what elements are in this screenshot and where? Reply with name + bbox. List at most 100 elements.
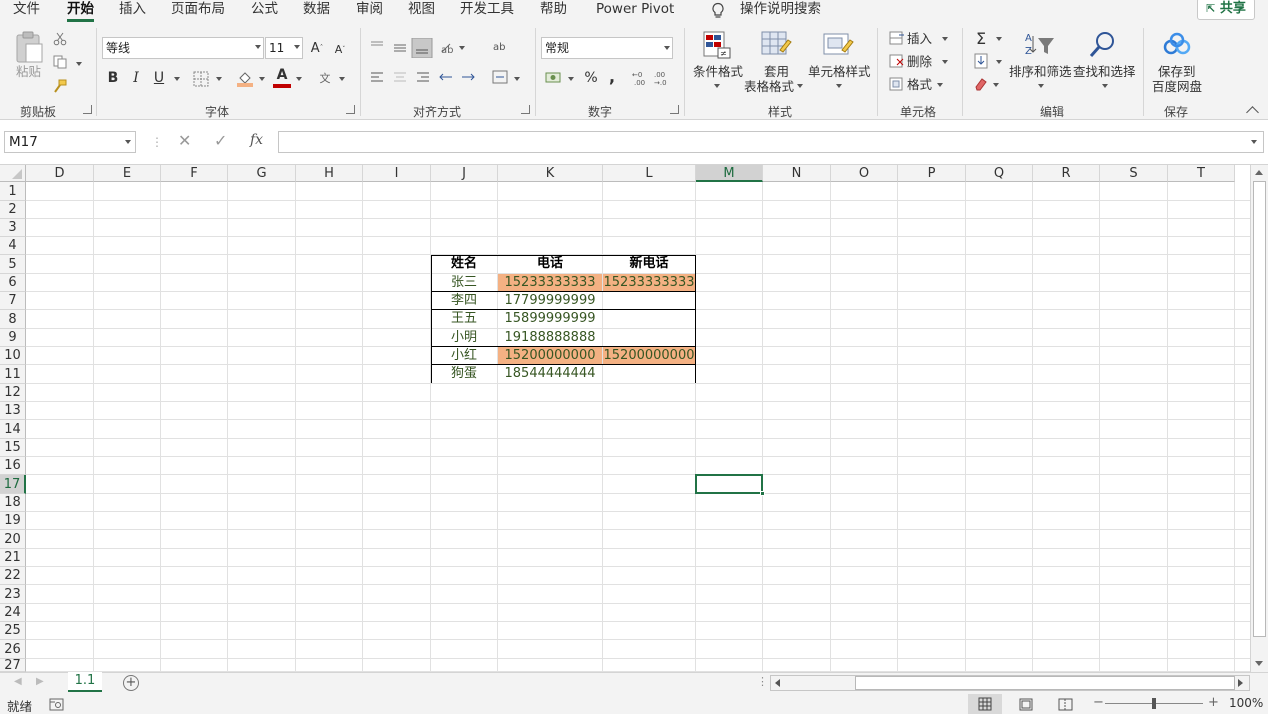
conditional-formatting-icon[interactable]: ≠ (702, 30, 732, 60)
format-cells-label[interactable]: 格式 (907, 77, 932, 92)
share-button[interactable]: ⇱ 共享 (1197, 0, 1255, 20)
sort-filter-caret[interactable] (1038, 84, 1044, 88)
tab-help[interactable]: 帮助 (540, 0, 567, 20)
row-header-2[interactable]: 2 (0, 201, 26, 219)
active-cell[interactable] (695, 474, 763, 494)
tell-me-search[interactable]: 操作说明搜索 (740, 0, 821, 20)
column-header-p[interactable]: P (898, 165, 966, 182)
tab-power-pivot[interactable]: Power Pivot (596, 0, 674, 20)
grow-font-button[interactable]: Aˆ (309, 38, 325, 58)
phonetic-caret[interactable] (339, 77, 345, 81)
name-cell[interactable]: 小明 (431, 329, 497, 346)
row-header-8[interactable]: 8 (0, 310, 26, 329)
zoom-out-button[interactable]: − (1093, 695, 1104, 710)
autosum-caret[interactable] (996, 37, 1002, 41)
row-header-13[interactable]: 13 (0, 402, 26, 420)
merge-center-icon[interactable] (492, 69, 508, 85)
column-header-g[interactable]: G (228, 165, 296, 182)
phone-cell[interactable]: 15233333333 (498, 274, 602, 291)
tab-data[interactable]: 数据 (303, 0, 330, 20)
row-header-22[interactable]: 22 (0, 567, 26, 585)
italic-button[interactable]: I (127, 68, 145, 88)
name-box-caret[interactable] (125, 140, 131, 144)
fill-icon[interactable] (974, 53, 988, 69)
format-cells-caret[interactable] (937, 83, 943, 87)
prev-sheet-arrow[interactable]: ◀ (14, 676, 22, 687)
column-header-l[interactable]: L (603, 165, 696, 182)
table-header-cell[interactable]: 新电话 (603, 255, 695, 273)
phone-cell[interactable]: 15899999999 (498, 310, 602, 328)
horizontal-align-icons[interactable] (368, 70, 478, 86)
save-to-label-2[interactable]: 百度网盘 (1152, 79, 1202, 94)
conditional-formatting-label[interactable]: 条件格式 (693, 64, 743, 79)
percent-button[interactable]: % (583, 68, 599, 88)
column-header-d[interactable]: D (26, 165, 94, 182)
alignment-launcher[interactable] (521, 105, 530, 114)
tab-review[interactable]: 审阅 (356, 0, 383, 20)
fill-color-caret[interactable] (259, 77, 265, 81)
autosum-button[interactable]: Σ (972, 28, 990, 48)
accounting-caret[interactable] (568, 77, 574, 81)
underline-caret[interactable] (174, 77, 180, 81)
phone-cell[interactable]: 15200000000 (498, 347, 602, 364)
accounting-format-icon[interactable] (545, 70, 563, 86)
font-name-select[interactable]: 等线 (102, 37, 264, 59)
expand-formula-bar-caret[interactable] (1251, 140, 1257, 144)
column-header-e[interactable]: E (94, 165, 161, 182)
cell-styles-label[interactable]: 单元格样式 (808, 64, 871, 79)
row-header-14[interactable]: 14 (0, 420, 26, 439)
number-launcher[interactable] (670, 105, 679, 114)
phonetic-guide-icon[interactable]: 文 (316, 68, 334, 88)
tab-view[interactable]: 视图 (408, 0, 435, 20)
column-header-t[interactable]: T (1168, 165, 1235, 182)
find-select-caret[interactable] (1102, 84, 1108, 88)
vertical-scrollbar[interactable] (1250, 165, 1268, 672)
next-sheet-arrow[interactable]: ▶ (36, 676, 44, 687)
macro-record-icon[interactable] (49, 698, 65, 711)
find-select-label[interactable]: 查找和选择 (1073, 64, 1136, 79)
tab-developer[interactable]: 开发工具 (460, 0, 514, 20)
comma-style-button[interactable]: , (606, 66, 618, 86)
zoom-in-button[interactable]: + (1208, 695, 1219, 710)
scroll-right-arrow[interactable] (1238, 679, 1243, 687)
sheet-tab[interactable]: 1.1 (68, 672, 102, 692)
row-header-10[interactable]: 10 (0, 347, 26, 365)
new-phone-cell[interactable] (603, 310, 695, 328)
delete-cells-label[interactable]: 删除 (907, 54, 932, 69)
page-break-view-icon[interactable] (1058, 698, 1073, 711)
tab-home[interactable]: 开始 (67, 0, 94, 22)
row-header-5[interactable]: 5 (0, 255, 26, 274)
column-header-j[interactable]: J (431, 165, 498, 182)
sort-filter-icon[interactable]: AZ (1024, 30, 1056, 60)
tab-file[interactable]: 文件 (13, 0, 40, 20)
tab-page-layout[interactable]: 页面布局 (171, 0, 225, 20)
delete-cells-caret[interactable] (942, 60, 948, 64)
name-cell[interactable]: 李四 (431, 292, 497, 309)
number-format-select[interactable]: 常规 (541, 37, 673, 59)
wrap-text-icon[interactable]: ab (493, 39, 507, 53)
column-header-n[interactable]: N (763, 165, 831, 182)
name-cell[interactable]: 张三 (431, 274, 497, 291)
row-header-25[interactable]: 25 (0, 622, 26, 640)
add-sheet-icon[interactable]: + (123, 675, 139, 691)
cell-styles-caret[interactable] (836, 84, 842, 88)
fill-caret[interactable] (996, 60, 1002, 64)
cut-icon[interactable] (53, 32, 67, 46)
clipboard-launcher[interactable] (83, 105, 92, 114)
horizontal-scrollbar[interactable] (770, 675, 1250, 691)
format-cells-icon[interactable] (889, 77, 905, 91)
scroll-down-arrow[interactable] (1255, 661, 1263, 666)
format-as-table-caret[interactable] (797, 84, 803, 88)
row-header-4[interactable]: 4 (0, 237, 26, 255)
format-as-table-label-1[interactable]: 套用 (764, 64, 789, 79)
name-cell[interactable]: 小红 (431, 347, 497, 364)
paste-icon[interactable] (14, 30, 44, 64)
name-cell[interactable]: 王五 (431, 310, 497, 328)
scroll-up-arrow[interactable] (1255, 170, 1263, 175)
row-header-1[interactable]: 1 (0, 182, 26, 201)
copy-dropdown-caret[interactable] (76, 62, 82, 66)
font-color-caret[interactable] (296, 77, 302, 81)
row-header-17[interactable]: 17 (0, 475, 26, 494)
page-layout-view-icon[interactable] (1019, 698, 1033, 711)
row-header-20[interactable]: 20 (0, 530, 26, 549)
